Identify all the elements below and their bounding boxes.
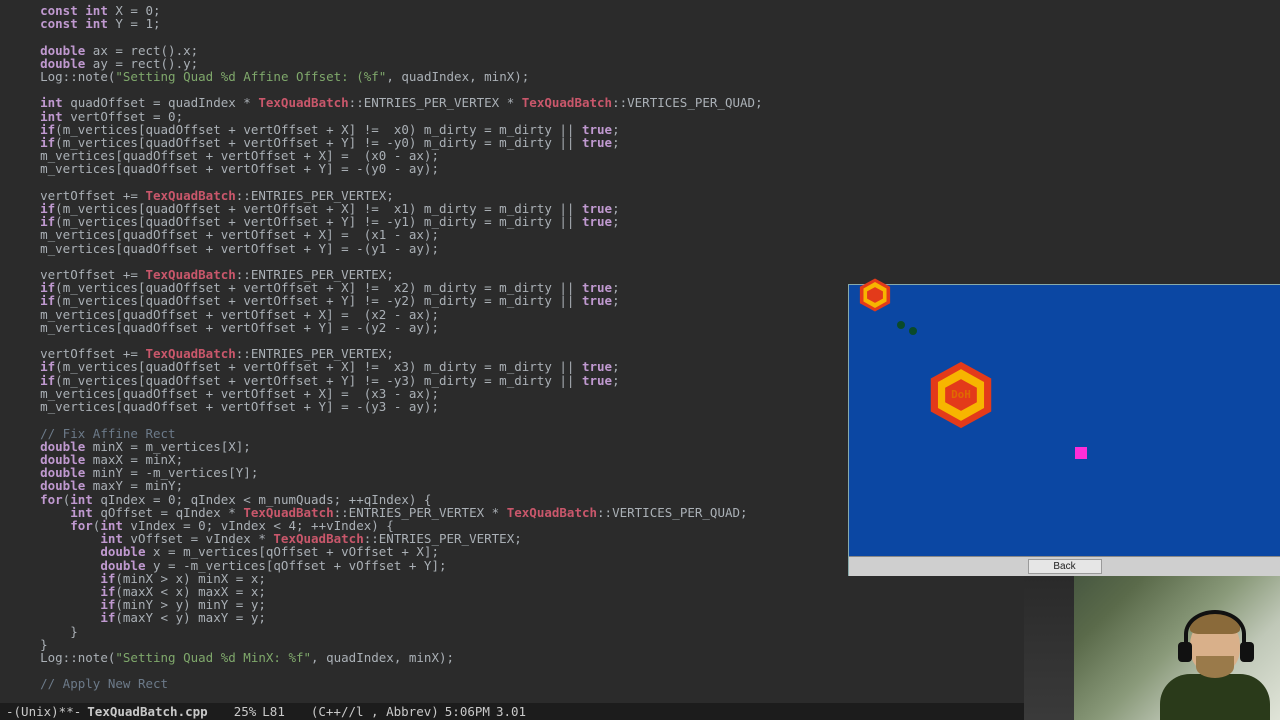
- webcam-overlay: [1024, 576, 1280, 720]
- game-preview-window[interactable]: DoH Back: [848, 284, 1280, 576]
- modeline-percent: 25%: [234, 705, 257, 718]
- modeline-load: 3.01: [496, 705, 526, 718]
- modeline-time: 5:06PM: [445, 705, 490, 718]
- webcam-person: [1140, 600, 1270, 720]
- modeline-line: L81: [262, 705, 285, 718]
- modeline-encoding: -(Unix)**-: [6, 705, 81, 718]
- game-logo-small: [857, 277, 893, 313]
- modeline-filename: TexQuadBatch.cpp: [87, 705, 207, 718]
- back-button[interactable]: Back: [1028, 559, 1102, 574]
- game-sprite-pink: [1075, 447, 1087, 459]
- game-logo-text: DoH: [951, 388, 971, 401]
- game-sprite-dot: [897, 321, 905, 329]
- game-logo-large: DoH: [925, 359, 997, 431]
- game-sprite-dot: [909, 327, 917, 335]
- modeline-mode: (C++//l , Abbrev): [311, 705, 439, 718]
- game-bottom-bar: Back: [849, 556, 1280, 576]
